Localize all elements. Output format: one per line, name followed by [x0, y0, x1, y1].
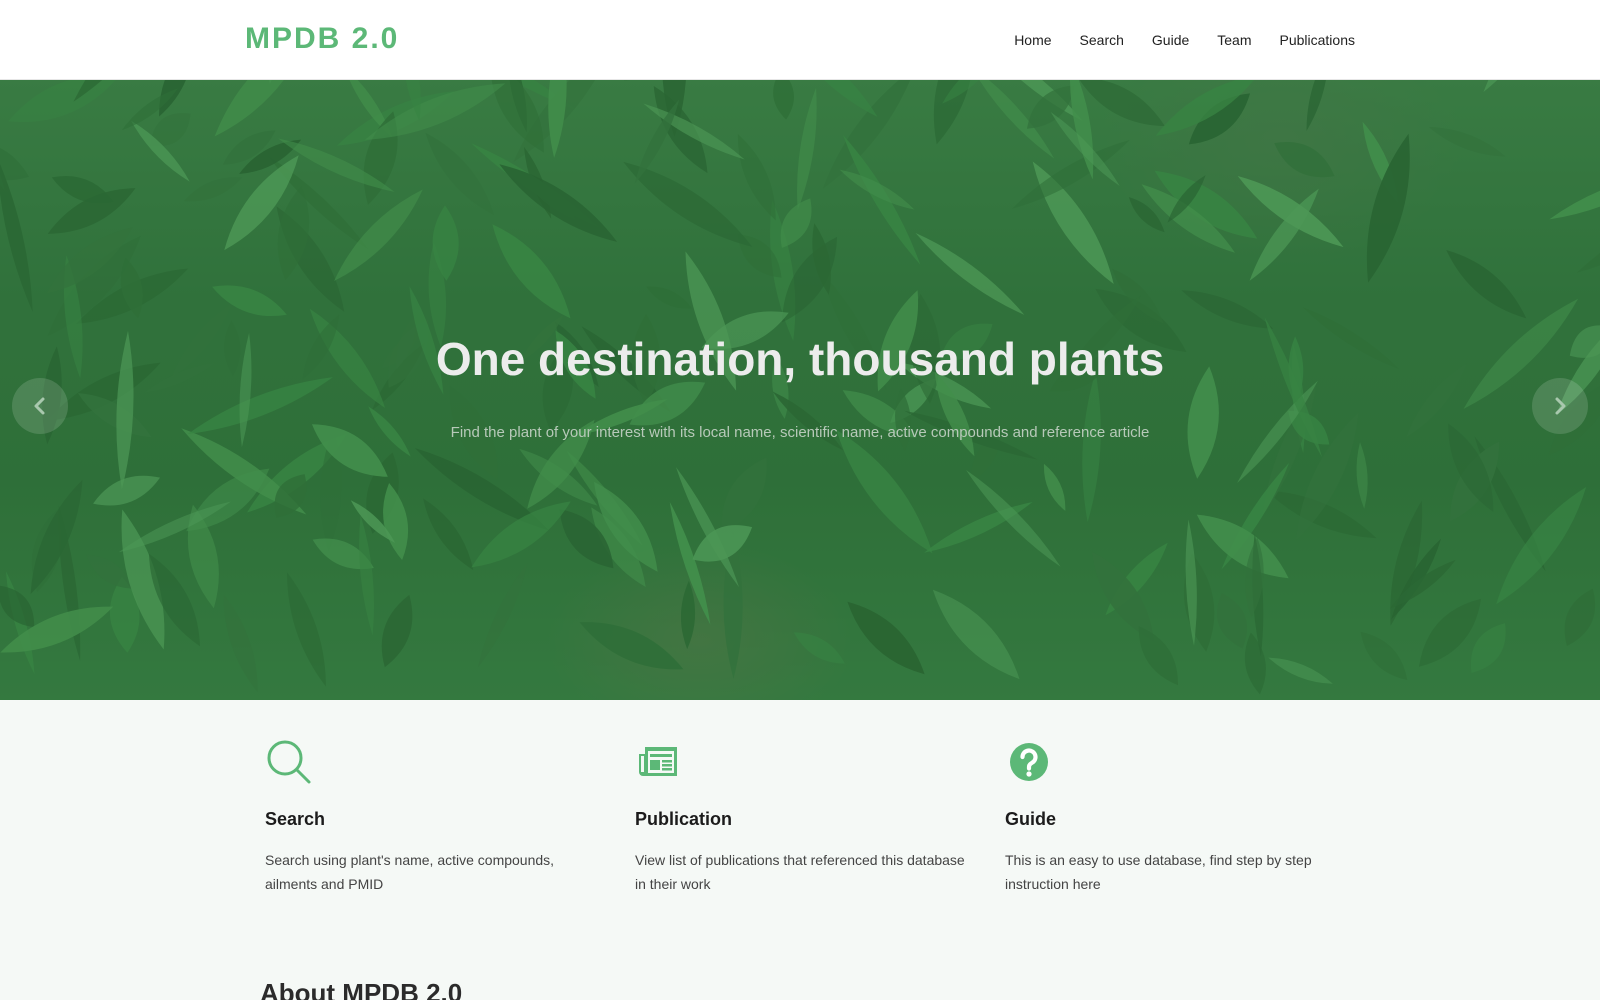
feature-publication-title: Publication [635, 809, 733, 829]
feature-publication[interactable]: Publication View list of publications th… [635, 738, 975, 896]
feature-search-title: Search [265, 809, 326, 829]
nav-home[interactable]: Home [1014, 32, 1051, 48]
nav-search[interactable]: Search [1080, 32, 1124, 48]
nav-team[interactable]: Team [1217, 32, 1251, 48]
nav-publications[interactable]: Publications [1280, 32, 1356, 48]
feature-search-text: Search using plant's name, active compou… [265, 852, 555, 892]
hero-carousel: One destination, thousand plants Find th… [0, 80, 1600, 700]
nav-guide[interactable]: Guide [1152, 32, 1189, 48]
hero-subtitle: Find the plant of your interest with its… [450, 424, 1150, 441]
feature-publication-text: View list of publications that reference… [635, 852, 965, 892]
carousel-prev-button[interactable] [12, 378, 68, 434]
feature-guide-text: This is an easy to use database, find st… [1005, 852, 1312, 892]
hero-title: One destination, thousand plants [435, 333, 1165, 385]
main-nav: Home Search Guide Team Publications [986, 0, 1355, 80]
feature-search[interactable]: Search Search using plant's name, active… [265, 738, 605, 896]
feature-guide[interactable]: Guide This is an easy to use database, f… [1005, 738, 1345, 896]
carousel-next-button[interactable] [1532, 378, 1588, 434]
chevron-left-icon [34, 397, 45, 415]
question-circle-icon [1010, 743, 1048, 781]
newspaper-icon [639, 747, 677, 776]
chevron-right-icon [1555, 397, 1566, 415]
brand-logo[interactable]: MPDB 2.0 [245, 22, 399, 56]
hero-overlay [0, 80, 1600, 700]
navbar: MPDB 2.0 Home Search Guide Team Publicat… [0, 0, 1600, 80]
feature-guide-title: Guide [1005, 809, 1057, 829]
about-heading: About MPDB 2.0 [260, 978, 463, 1000]
search-icon [267, 740, 311, 784]
features-section: Search Search using plant's name, active… [0, 700, 1600, 1000]
